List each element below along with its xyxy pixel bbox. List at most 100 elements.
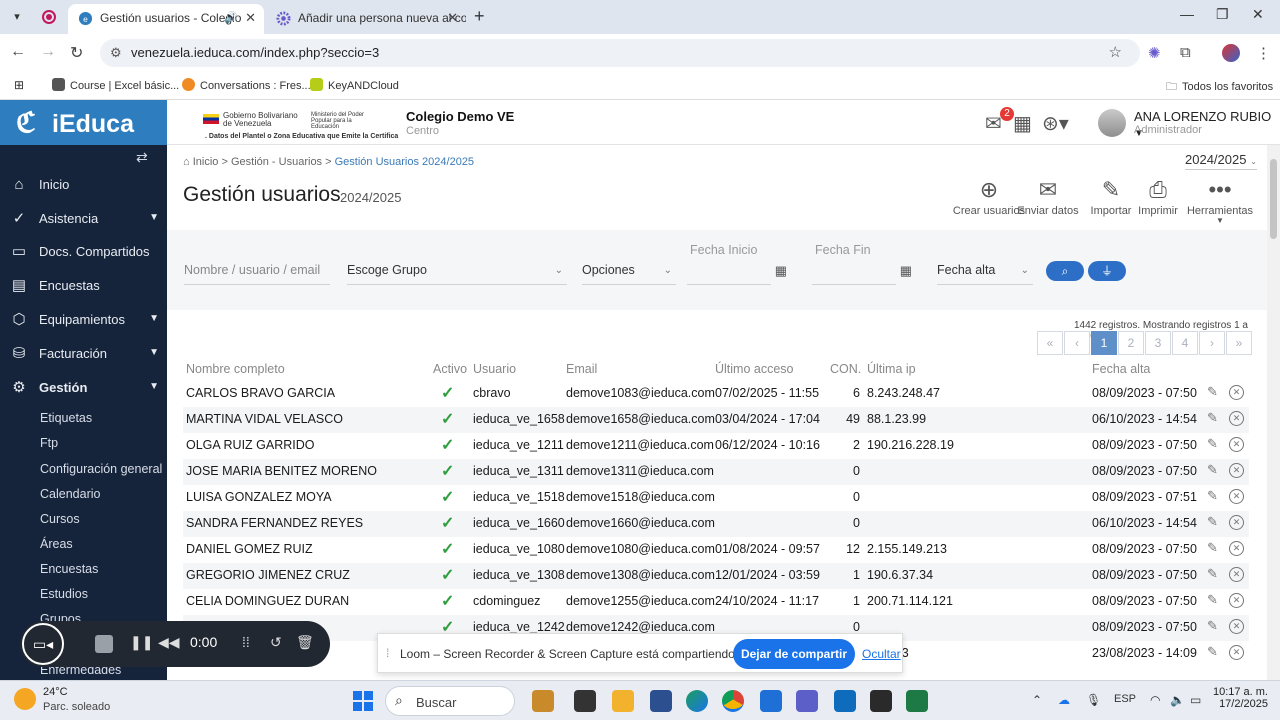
page-2[interactable]: 2: [1118, 331, 1144, 355]
sidebar-sub-areas[interactable]: Áreas: [40, 537, 73, 551]
apps-grid-icon[interactable]: ⊞: [14, 78, 24, 92]
sidebar-sub-configuracion[interactable]: Configuración general: [40, 462, 162, 476]
sidebar-sub-encuestas[interactable]: Encuestas: [40, 562, 98, 576]
sidebar-sub-etiquetas[interactable]: Etiquetas: [40, 411, 92, 425]
camera-icon[interactable]: ▭◂: [22, 623, 64, 665]
trash-icon[interactable]: 🗑: [296, 634, 314, 651]
col-email[interactable]: Email: [566, 362, 597, 376]
col-con[interactable]: CON.: [830, 362, 861, 376]
outlook-icon[interactable]: [834, 690, 856, 712]
volume-icon[interactable]: 🔈: [1170, 693, 1185, 707]
active-check-icon[interactable]: ✓: [441, 565, 454, 585]
taskbar-app-icon[interactable]: [532, 690, 554, 712]
address-bar[interactable]: ⚙ venezuela.ieduca.com/index.php?seccio=…: [100, 39, 1140, 67]
table-row[interactable]: LUISA GONZALEZ MOYA ✓ ieduca_ve_1518 demove…: [183, 485, 1249, 511]
restart-icon[interactable]: ↺: [270, 634, 282, 651]
edit-icon[interactable]: ✎: [1207, 410, 1218, 426]
calendar-icon[interactable]: ▦: [900, 263, 912, 279]
search-input[interactable]: Nombre / usuario / email: [184, 263, 330, 285]
sidebar-item-encuestas[interactable]: ▤ Encuestas: [0, 269, 167, 303]
year-select[interactable]: 2024/2025 ⌄: [1185, 152, 1257, 170]
col-ultimo-acceso[interactable]: Último acceso: [715, 362, 794, 376]
delete-icon[interactable]: ✕: [1229, 385, 1244, 400]
table-row[interactable]: SANDRA FERNANDEZ REYES ✓ ieduca_ve_1660 dem…: [183, 511, 1249, 537]
draw-icon[interactable]: ⁞⁞: [242, 634, 250, 650]
sidebar-sub-cursos[interactable]: Cursos: [40, 512, 80, 526]
calendar-icon[interactable]: ▦: [1013, 111, 1032, 136]
teams-icon[interactable]: [796, 690, 818, 712]
sidebar-item-inicio[interactable]: ⌂ Inicio: [0, 168, 167, 202]
sidebar-item-facturacion[interactable]: ⛁ Facturación ▼: [0, 337, 167, 371]
sort-select[interactable]: Fecha alta ⌄: [937, 263, 1033, 285]
active-check-icon[interactable]: ✓: [441, 539, 454, 559]
new-tab-icon[interactable]: +: [474, 6, 485, 27]
ieduca-logo[interactable]: ℭ iEduca: [0, 100, 167, 145]
extensions-puzzle-icon[interactable]: ⧉: [1180, 44, 1191, 61]
table-row[interactable]: CARLOS BRAVO GARCIA ✓ cbravo demove1083@ied…: [183, 381, 1249, 407]
bookmark-star-icon[interactable]: ☆: [1109, 43, 1122, 61]
date-start-input[interactable]: ▦: [687, 263, 787, 285]
microphone-icon[interactable]: 🎙: [1086, 693, 1101, 707]
clear-filter-button[interactable]: ⏚: [1088, 261, 1126, 281]
file-explorer-icon[interactable]: [612, 690, 634, 712]
taskview-icon[interactable]: [574, 690, 596, 712]
edit-icon[interactable]: ✎: [1207, 436, 1218, 452]
table-row[interactable]: MARTINA VIDAL VELASCO ✓ ieduca_ve_1658 demo…: [183, 407, 1249, 433]
bookmark-keyandcloud[interactable]: KeyANDCloud: [310, 78, 399, 92]
wifi-icon[interactable]: ◠: [1150, 693, 1160, 707]
active-check-icon[interactable]: ✓: [441, 461, 454, 481]
delete-icon[interactable]: ✕: [1229, 437, 1244, 452]
browser-tab-anadir[interactable]: Añadir una persona nueva al co ✕: [266, 4, 466, 34]
edge-icon[interactable]: [686, 690, 708, 712]
delete-icon[interactable]: ✕: [1229, 567, 1244, 582]
next-page-icon[interactable]: ›: [1199, 331, 1225, 355]
support-icon[interactable]: ⊛▾: [1042, 111, 1069, 136]
profile-avatar-icon[interactable]: [1222, 44, 1240, 62]
sidebar-sub-estudios[interactable]: Estudios: [40, 587, 88, 601]
browser-tab-gestion[interactable]: e Gestión usuarios - Colegio 🔊 ✕: [68, 4, 264, 34]
windows-start-icon[interactable]: [353, 691, 373, 711]
chrome-icon[interactable]: [722, 690, 744, 712]
delete-icon[interactable]: ✕: [1229, 593, 1244, 608]
edit-icon[interactable]: ✎: [1207, 488, 1218, 504]
page-scrollbar[interactable]: [1267, 145, 1280, 680]
minimize-icon[interactable]: —: [1180, 6, 1194, 22]
reload-icon[interactable]: ↻: [70, 43, 83, 63]
edit-icon[interactable]: ✎: [1207, 618, 1218, 634]
battery-icon[interactable]: ▭: [1190, 693, 1201, 707]
col-fecha-alta[interactable]: Fecha alta: [1092, 362, 1150, 376]
stop-recording-icon[interactable]: [95, 635, 113, 653]
active-check-icon[interactable]: ✓: [441, 487, 454, 507]
col-activo[interactable]: Activo: [433, 362, 467, 376]
delete-icon[interactable]: ✕: [1229, 541, 1244, 556]
group-select[interactable]: Escoge Grupo ⌄: [347, 263, 567, 285]
active-check-icon[interactable]: ✓: [441, 591, 454, 611]
breadcrumb-gestion-usuarios[interactable]: Gestión - Usuarios: [231, 156, 322, 168]
rewind-icon[interactable]: ◀◀: [158, 634, 180, 651]
table-row[interactable]: CELIA DOMINGUEZ DURAN ✓ cdominguez demove12…: [183, 589, 1249, 615]
language-indicator[interactable]: ESP: [1114, 693, 1136, 705]
last-page-icon[interactable]: »: [1226, 331, 1252, 355]
edit-icon[interactable]: ✎: [1207, 644, 1218, 660]
drag-handle-icon[interactable]: ⁞: [386, 646, 389, 660]
tab-close-icon[interactable]: ✕: [447, 4, 458, 32]
onedrive-icon[interactable]: ☁: [1058, 693, 1070, 707]
sidebar-item-docs[interactable]: ▭ Docs. Compartidos: [0, 235, 167, 269]
first-page-icon[interactable]: «: [1037, 331, 1063, 355]
search-button[interactable]: ⌕: [1046, 261, 1084, 281]
hide-banner-link[interactable]: Ocultar: [862, 647, 901, 661]
edit-icon[interactable]: ✎: [1207, 566, 1218, 582]
edit-icon[interactable]: ✎: [1207, 384, 1218, 400]
herramientas-button[interactable]: ••• Herramientas ▼: [1182, 175, 1258, 225]
edit-icon[interactable]: ✎: [1207, 462, 1218, 478]
page-1[interactable]: 1: [1091, 331, 1117, 355]
collapse-sidebar-icon[interactable]: ⇄: [136, 149, 148, 166]
site-info-icon[interactable]: ⚙: [110, 45, 122, 61]
date-end-input[interactable]: ▦: [812, 263, 912, 285]
tab-close-icon[interactable]: ✕: [245, 4, 256, 32]
col-ultima-ip[interactable]: Última ip: [867, 362, 916, 376]
mail-app-icon[interactable]: [760, 690, 782, 712]
forward-icon[interactable]: →: [40, 43, 56, 61]
active-check-icon[interactable]: ✓: [441, 513, 454, 533]
sidebar-sub-calendario[interactable]: Calendario: [40, 487, 100, 501]
